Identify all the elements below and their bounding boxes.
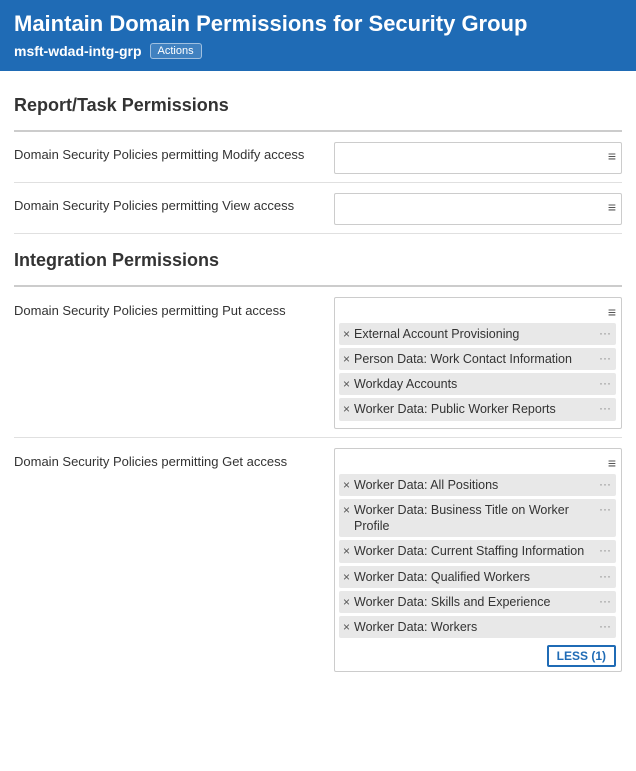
list-item: × External Account Provisioning ···: [339, 323, 616, 345]
integration-section-title: Integration Permissions: [14, 250, 622, 275]
view-access-label: Domain Security Policies permitting View…: [14, 193, 334, 213]
remove-icon[interactable]: ×: [343, 352, 350, 366]
remove-icon[interactable]: ×: [343, 402, 350, 416]
page-header: Maintain Domain Permissions for Security…: [0, 0, 636, 71]
list-item: × Worker Data: Qualified Workers ···: [339, 566, 616, 588]
list-icon-view[interactable]: ≡: [608, 199, 616, 215]
page-title: Maintain Domain Permissions for Security…: [14, 10, 622, 39]
tag-label: Worker Data: Qualified Workers: [354, 569, 593, 585]
tag-label: Person Data: Work Contact Information: [354, 351, 593, 367]
tag-label: Worker Data: Skills and Experience: [354, 594, 593, 610]
modify-access-label: Domain Security Policies permitting Modi…: [14, 142, 334, 162]
get-access-field[interactable]: ≡ × Worker Data: All Positions ··· × Wor…: [334, 448, 622, 673]
put-access-row: Domain Security Policies permitting Put …: [14, 297, 622, 438]
dots-icon[interactable]: ···: [599, 401, 611, 415]
list-icon-get[interactable]: ≡: [608, 455, 616, 471]
list-item: × Worker Data: Skills and Experience ···: [339, 591, 616, 613]
list-item: × Worker Data: Workers ···: [339, 616, 616, 638]
dots-icon[interactable]: ···: [599, 351, 611, 365]
tag-label: Worker Data: All Positions: [354, 477, 593, 493]
tag-label: Worker Data: Workers: [354, 619, 593, 635]
list-item: × Worker Data: Current Staffing Informat…: [339, 540, 616, 562]
dots-icon[interactable]: ···: [599, 376, 611, 390]
tag-label: External Account Provisioning: [354, 326, 593, 342]
list-item: × Worker Data: All Positions ···: [339, 474, 616, 496]
dots-icon[interactable]: ···: [599, 543, 611, 557]
less-button-container: LESS (1): [339, 645, 616, 667]
remove-icon[interactable]: ×: [343, 570, 350, 584]
remove-icon[interactable]: ×: [343, 503, 350, 517]
put-access-label: Domain Security Policies permitting Put …: [14, 297, 334, 318]
dots-icon[interactable]: ···: [599, 594, 611, 608]
list-icon-put[interactable]: ≡: [608, 304, 616, 320]
tag-label: Workday Accounts: [354, 376, 593, 392]
dots-icon[interactable]: ···: [599, 477, 611, 491]
view-access-row: Domain Security Policies permitting View…: [14, 193, 622, 234]
report-divider: [14, 130, 622, 132]
modify-access-field[interactable]: ≡: [334, 142, 622, 174]
remove-icon[interactable]: ×: [343, 595, 350, 609]
list-item: × Workday Accounts ···: [339, 373, 616, 395]
dots-icon[interactable]: ···: [599, 502, 611, 516]
list-item: × Person Data: Work Contact Information …: [339, 348, 616, 370]
tag-label: Worker Data: Current Staffing Informatio…: [354, 543, 593, 559]
get-access-label: Domain Security Policies permitting Get …: [14, 448, 334, 469]
integration-divider: [14, 285, 622, 287]
get-access-row: Domain Security Policies permitting Get …: [14, 448, 622, 681]
less-button[interactable]: LESS (1): [547, 645, 616, 667]
tag-label: Worker Data: Business Title on Worker Pr…: [354, 502, 593, 535]
modify-access-row: Domain Security Policies permitting Modi…: [14, 142, 622, 183]
main-content: Report/Task Permissions Domain Security …: [0, 71, 636, 711]
report-task-section-title: Report/Task Permissions: [14, 95, 622, 120]
tag-label: Worker Data: Public Worker Reports: [354, 401, 593, 417]
list-icon-modify[interactable]: ≡: [608, 148, 616, 164]
dots-icon[interactable]: ···: [599, 569, 611, 583]
remove-icon[interactable]: ×: [343, 620, 350, 634]
list-item: × Worker Data: Business Title on Worker …: [339, 499, 616, 538]
view-access-field[interactable]: ≡: [334, 193, 622, 225]
list-item: × Worker Data: Public Worker Reports ···: [339, 398, 616, 420]
dots-icon[interactable]: ···: [599, 326, 611, 340]
remove-icon[interactable]: ×: [343, 327, 350, 341]
security-group-name: msft-wdad-intg-grp: [14, 43, 142, 59]
remove-icon[interactable]: ×: [343, 478, 350, 492]
remove-icon[interactable]: ×: [343, 544, 350, 558]
actions-button[interactable]: Actions: [150, 43, 202, 59]
put-access-field[interactable]: ≡ × External Account Provisioning ··· × …: [334, 297, 622, 429]
dots-icon[interactable]: ···: [599, 619, 611, 633]
remove-icon[interactable]: ×: [343, 377, 350, 391]
